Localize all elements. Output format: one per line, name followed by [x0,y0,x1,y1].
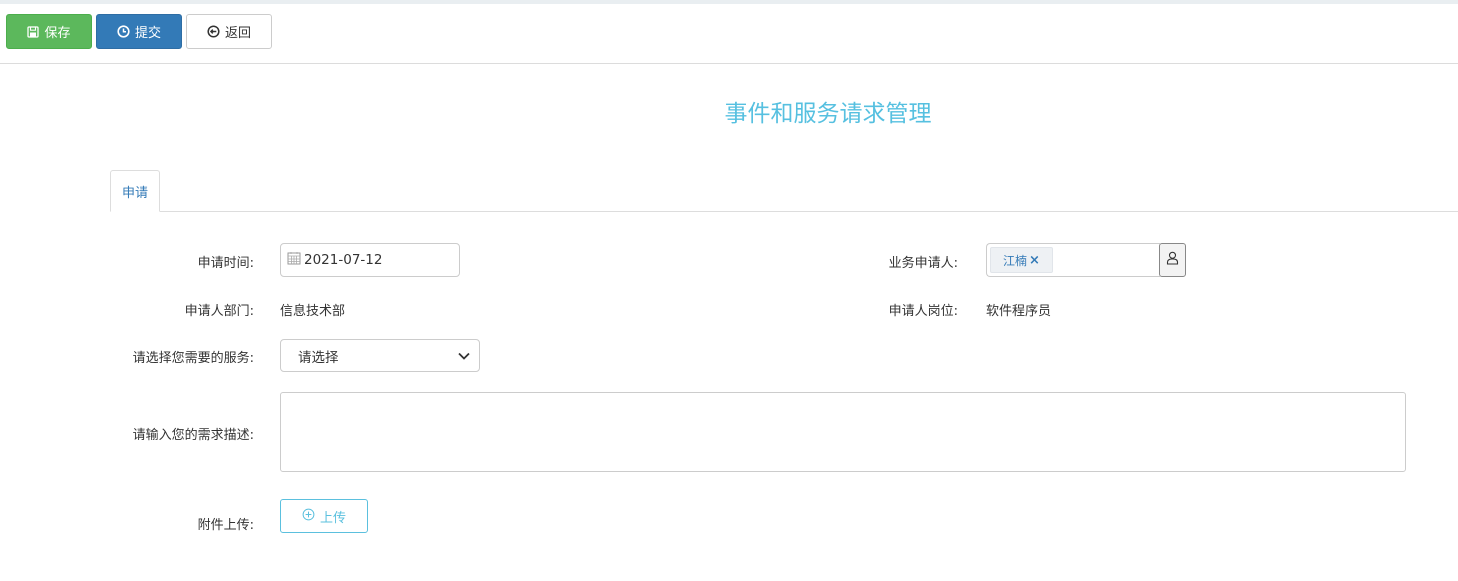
service-select[interactable]: 请选择 [280,339,480,372]
upload-button[interactable]: 上传 [280,499,368,533]
applicant-label: 业务申请人: [888,256,958,271]
description-textarea[interactable] [280,392,1406,472]
select-person-button[interactable] [1159,243,1186,277]
department-value: 信息技术部 [280,304,346,319]
apply-time-label: 申请时间: [197,256,254,271]
user-icon [1166,251,1179,269]
save-button[interactable]: 保存 [6,14,92,49]
upload-label: 上传 [319,510,346,526]
applicant-tag: 江楠 × [990,247,1053,273]
service-selected: 请选择 [298,349,339,366]
submit-label: 提交 [134,26,161,41]
submit-button[interactable]: 提交 [96,14,182,49]
applicant-field[interactable]: 江楠 × [986,243,1160,277]
apply-time-field[interactable]: 2021-07-12 [280,243,460,277]
floppy-icon [27,25,40,38]
toolbar: 保存 提交 返回 [0,4,1458,64]
description-label: 请输入您的需求描述: [132,428,254,443]
page-title: 事件和服务请求管理 [724,101,932,127]
plus-circle-icon [302,508,315,525]
position-value: 软件程序员 [986,304,1052,319]
calendar-icon [287,251,301,269]
service-label: 请选择您需要的服务: [132,351,254,366]
chevron-down-icon [457,349,471,367]
back-circle-icon [207,25,220,38]
tab-apply[interactable]: 申请 [110,170,160,212]
save-label: 保存 [44,26,71,41]
tab-bar-line [110,211,1458,212]
clock-icon [117,25,130,38]
department-label: 申请人部门: [184,304,254,319]
applicant-name: 江楠 [1003,253,1028,268]
attachment-label: 附件上传: [197,518,254,533]
remove-applicant-icon[interactable]: × [1029,253,1040,268]
position-label: 申请人岗位: [888,304,958,319]
back-label: 返回 [224,26,251,41]
apply-time-value: 2021-07-12 [304,252,383,268]
back-button[interactable]: 返回 [186,14,272,49]
